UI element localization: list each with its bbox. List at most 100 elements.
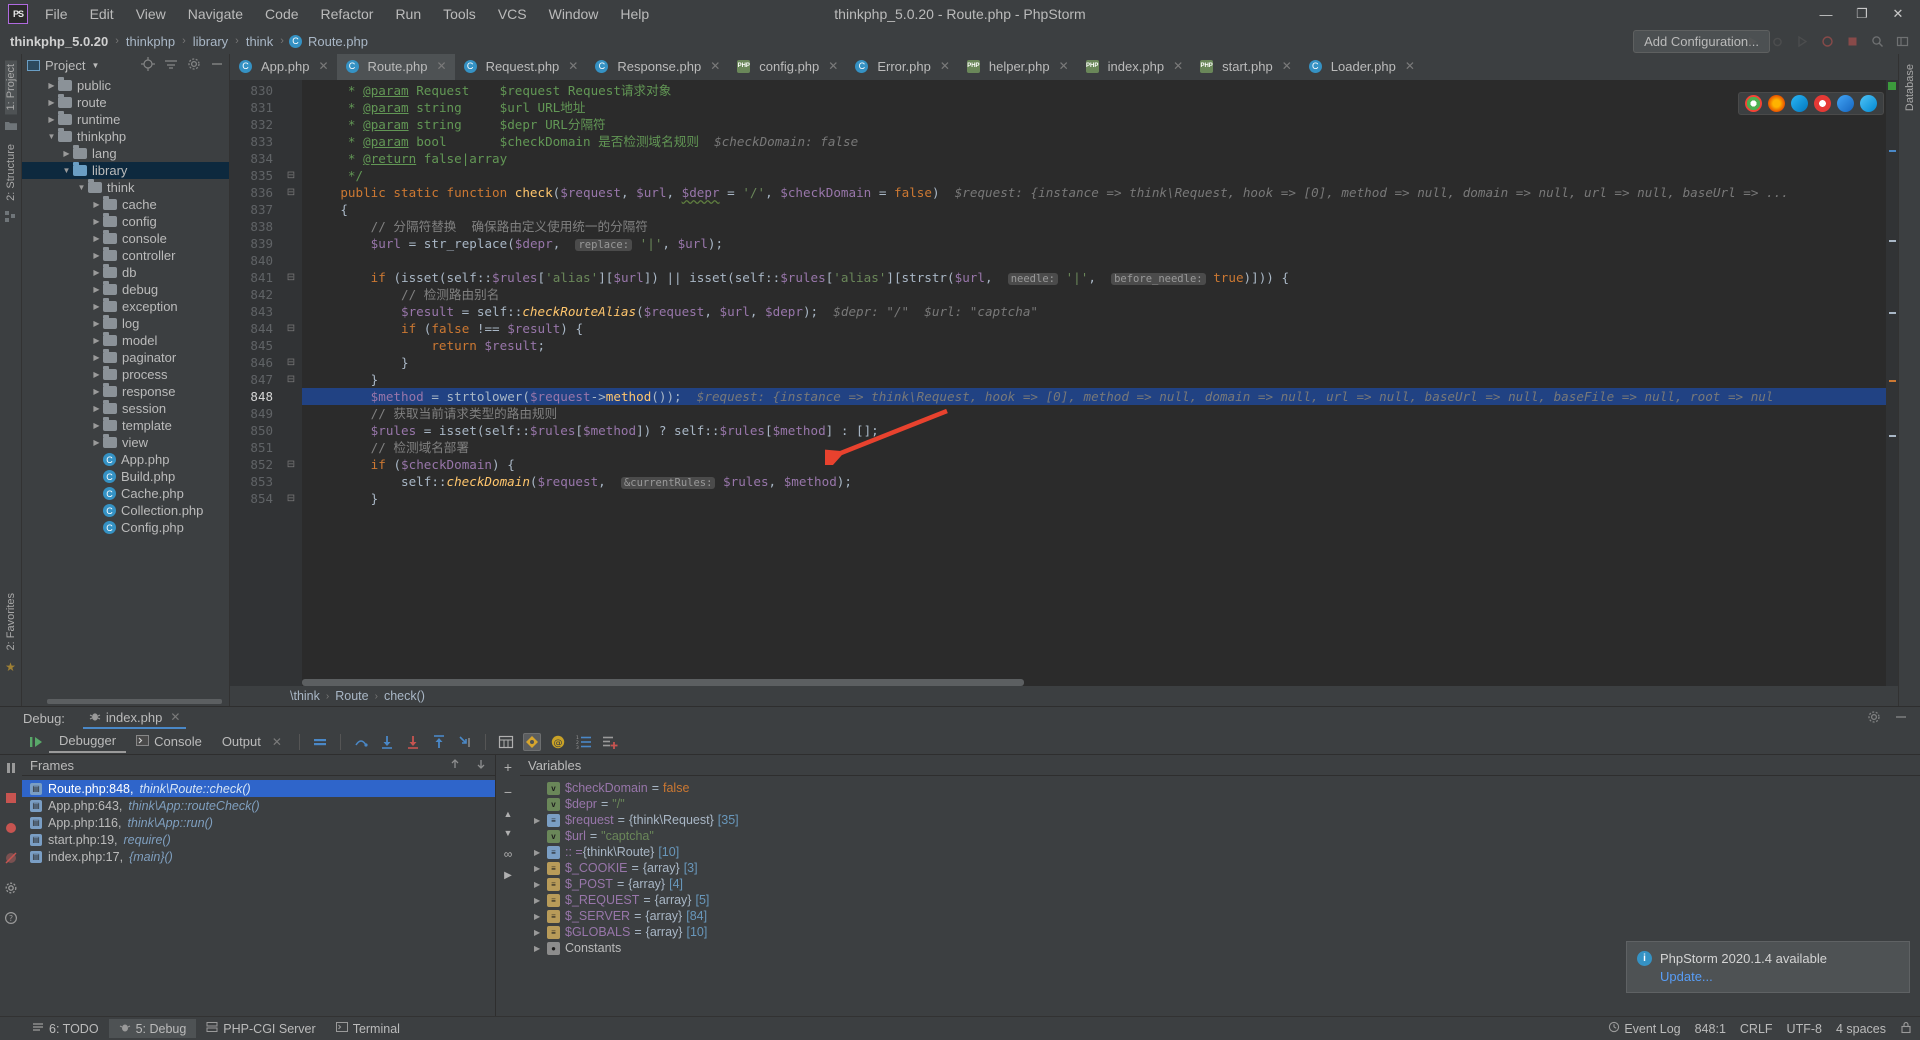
- collapse-arrow-icon[interactable]: ▶: [90, 251, 103, 260]
- code-line[interactable]: * @param Request $request Request请求对象: [302, 82, 1886, 99]
- menu-run[interactable]: Run: [384, 2, 432, 26]
- editor-tab-helper-php[interactable]: PHP helper.php ✕: [958, 54, 1077, 80]
- profile-icon[interactable]: [1819, 33, 1835, 49]
- indent-setting[interactable]: 4 spaces: [1836, 1022, 1886, 1036]
- editor-horizontal-scrollbar[interactable]: [302, 679, 1024, 686]
- code-line[interactable]: if ($checkDomain) {: [302, 456, 1886, 473]
- menu-view[interactable]: View: [125, 2, 177, 26]
- editor-tab-start-php[interactable]: PHP start.php ✕: [1191, 54, 1300, 80]
- code-line[interactable]: * @param string $url URL地址: [302, 99, 1886, 116]
- tree-item-debug[interactable]: ▶ debug: [22, 281, 229, 298]
- code-line[interactable]: {: [302, 201, 1886, 218]
- tree-item-paginator[interactable]: ▶ paginator: [22, 349, 229, 366]
- menu-code[interactable]: Code: [254, 2, 309, 26]
- view-breakpoints-icon[interactable]: [4, 821, 18, 838]
- stop-icon[interactable]: [1844, 33, 1860, 49]
- notification-update-link[interactable]: Update...: [1660, 969, 1827, 984]
- variable-row[interactable]: ▶ ≡ $_REQUEST = {array} [5]: [520, 892, 1920, 908]
- tab-debugger[interactable]: Debugger: [49, 730, 127, 753]
- run-icon[interactable]: [1744, 33, 1760, 49]
- code-line[interactable]: * @param string $depr URL分隔符: [302, 116, 1886, 133]
- tab-console[interactable]: Console: [126, 731, 212, 753]
- tree-item-db[interactable]: ▶ db: [22, 264, 229, 281]
- editor-tab-bar[interactable]: C App.php ✕ C Route.php ✕ C Request.php ✕ C Respon…: [230, 54, 1898, 80]
- search-icon[interactable]: [1869, 33, 1885, 49]
- minimize-button[interactable]: —: [1808, 1, 1844, 27]
- menu-tools[interactable]: Tools: [432, 2, 487, 26]
- tree-item-template[interactable]: ▶ template: [22, 417, 229, 434]
- code-line[interactable]: */: [302, 167, 1886, 184]
- run-to-cursor-icon[interactable]: [456, 733, 474, 751]
- project-tree[interactable]: ▶ public ▶ route ▶ runtime ▼ thinkphp ▶ lang ▼ libr…: [22, 76, 229, 706]
- editor-tab-route-php[interactable]: C Route.php ✕: [336, 54, 455, 80]
- breadcrumb-think[interactable]: think: [244, 34, 275, 49]
- tree-item-lang[interactable]: ▶ lang: [22, 145, 229, 162]
- variable-row[interactable]: v $url = "captcha": [520, 828, 1920, 844]
- coverage-icon[interactable]: [1794, 33, 1810, 49]
- code-line[interactable]: * @return false|array: [302, 150, 1886, 167]
- project-horizontal-scrollbar[interactable]: [47, 699, 222, 704]
- breadcrumb-project[interactable]: thinkphp_5.0.20: [8, 34, 110, 49]
- add-watch-icon[interactable]: [601, 733, 619, 751]
- editor-tab-app-php[interactable]: C App.php ✕: [230, 54, 337, 80]
- variable-row[interactable]: v $checkDomain = false: [520, 780, 1920, 796]
- expand-arrow-icon[interactable]: ▶: [534, 928, 547, 937]
- collapse-arrow-icon[interactable]: ▶: [90, 217, 103, 226]
- status-todo[interactable]: 6: TODO: [22, 1019, 109, 1038]
- menu-file[interactable]: File: [34, 2, 79, 26]
- collapse-arrow-icon[interactable]: ▶: [90, 336, 103, 345]
- close-tab-icon[interactable]: ✕: [1173, 59, 1183, 73]
- firefox-icon[interactable]: [1768, 95, 1785, 112]
- expand-arrow-icon[interactable]: ▼: [75, 183, 88, 192]
- tree-item-build-php[interactable]: C Build.php: [22, 468, 229, 485]
- close-icon[interactable]: ✕: [272, 735, 282, 749]
- tree-item-think[interactable]: ▼ think: [22, 179, 229, 196]
- gear-icon[interactable]: [1867, 710, 1881, 727]
- tree-item-app-php[interactable]: C App.php: [22, 451, 229, 468]
- crumb-class[interactable]: Route: [335, 689, 368, 703]
- collapse-arrow-icon[interactable]: ▶: [60, 149, 73, 158]
- variable-row[interactable]: ▶ ≡ $_POST = {array} [4]: [520, 876, 1920, 892]
- settings-icon[interactable]: [4, 881, 18, 898]
- fold-toggle-icon[interactable]: ⊟: [280, 167, 302, 184]
- resume-program-icon[interactable]: [27, 733, 45, 751]
- editor-tab-error-php[interactable]: C Error.php ✕: [846, 54, 958, 80]
- remove-icon[interactable]: −: [504, 784, 512, 800]
- breadcrumb-thinkphp[interactable]: thinkphp: [124, 34, 177, 49]
- lock-icon[interactable]: [1900, 1021, 1912, 1037]
- rail-tab-structure[interactable]: 2: Structure: [5, 140, 17, 205]
- step-over-icon[interactable]: [352, 733, 370, 751]
- maximize-button[interactable]: ❐: [1844, 1, 1880, 27]
- code-line[interactable]: $result = self::checkRouteAlias($request…: [302, 303, 1886, 320]
- expand-arrow-icon[interactable]: ▶: [534, 864, 547, 873]
- close-tab-icon[interactable]: ✕: [1059, 59, 1069, 73]
- menu-navigate[interactable]: Navigate: [177, 2, 254, 26]
- variable-row[interactable]: ▶ ≡ $request = {think\Request} [35]: [520, 812, 1920, 828]
- collapse-arrow-icon[interactable]: ▶: [90, 319, 103, 328]
- collapse-arrow-icon[interactable]: ▶: [90, 438, 103, 447]
- code-editor[interactable]: 830 831 832 833 834 835 836 837 838 839 840 841 842 8…: [230, 80, 1898, 686]
- chrome-icon[interactable]: [1745, 95, 1762, 112]
- code-line[interactable]: if (isset(self::$rules['alias'][$url]) |…: [302, 269, 1886, 286]
- fold-toggle-icon[interactable]: ⊟: [280, 456, 302, 473]
- code-line[interactable]: return $result;: [302, 337, 1886, 354]
- edge-icon[interactable]: [1791, 95, 1808, 112]
- file-encoding[interactable]: UTF-8: [1787, 1022, 1822, 1036]
- code-line[interactable]: // 分隔符替换 确保路由定义使用统一的分隔符: [302, 218, 1886, 235]
- fold-toggle-icon[interactable]: ⊟: [280, 269, 302, 286]
- variable-row[interactable]: ▶ ≡ $GLOBALS = {array} [10]: [520, 924, 1920, 940]
- collapse-arrow-icon[interactable]: ▶: [90, 353, 103, 362]
- code-folding-gutter[interactable]: ⊟ ⊟ ⊟ ⊟ ⊟ ⊟ ⊟ ⊟: [280, 80, 302, 686]
- status-terminal[interactable]: Terminal: [326, 1019, 410, 1038]
- tree-item-collection-php[interactable]: C Collection.php: [22, 502, 229, 519]
- move-up-icon[interactable]: ▲: [504, 809, 513, 819]
- debug-icon[interactable]: [1769, 33, 1785, 49]
- code-text[interactable]: * @param Request $request Request请求对象 * …: [302, 80, 1886, 686]
- pause-icon[interactable]: [4, 761, 18, 778]
- collapse-arrow-icon[interactable]: ▶: [90, 268, 103, 277]
- tree-item-runtime[interactable]: ▶ runtime: [22, 111, 229, 128]
- safari-icon[interactable]: [1837, 95, 1854, 112]
- mute-breakpoints-side-icon[interactable]: [4, 851, 18, 868]
- code-line[interactable]: public static function check($request, $…: [302, 184, 1886, 201]
- fold-toggle-icon[interactable]: ⊟: [280, 320, 302, 337]
